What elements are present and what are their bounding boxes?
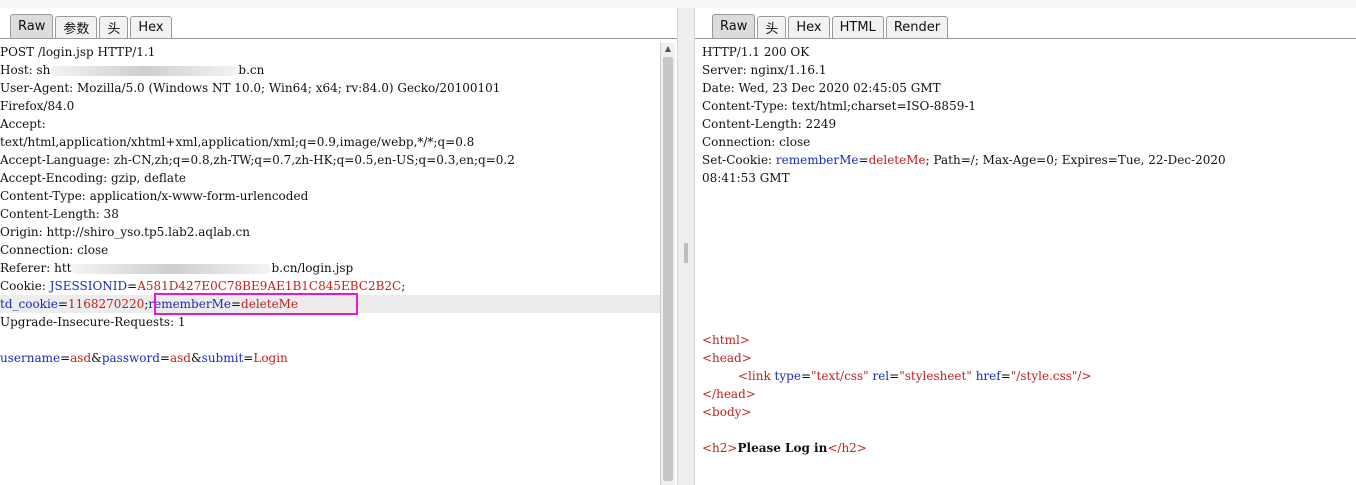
connection-header: Connection: close (702, 135, 811, 149)
status-line: HTTP/1.1 200 OK (702, 45, 810, 59)
content-length-header: Content-Length: 2249 (702, 117, 837, 131)
request-pane: Raw 参数 头 Hex POST /login.jsp HTTP/1.1 Ho… (0, 8, 677, 485)
request-editor[interactable]: POST /login.jsp HTTP/1.1 Host: sh b.cn Us… (0, 43, 662, 483)
head-open-tag: <head> (702, 351, 752, 365)
request-scrollbar[interactable]: ▲ (660, 43, 675, 485)
response-tab-hex[interactable]: Hex (788, 16, 830, 38)
body-open-tag: <body> (702, 405, 752, 419)
set-cookie-cont: 08:41:53 GMT (702, 171, 790, 185)
head-close-tag: </head> (702, 387, 756, 401)
accept-header: Accept: (0, 117, 46, 131)
response-tab-html[interactable]: HTML (831, 16, 884, 38)
request-scroll-thumb[interactable] (663, 57, 673, 481)
redacted-blur (50, 65, 239, 76)
response-tab-headers[interactable]: 头 (757, 16, 787, 38)
connection-header: Connection: close (0, 243, 109, 257)
h2-heading: <h2>Please Log in</h2> (702, 441, 867, 455)
origin-header: Origin: http://shiro_yso.tp5.lab2.aqlab.… (0, 225, 251, 239)
request-tab-hex[interactable]: Hex (130, 16, 172, 38)
request-tab-underline (0, 38, 677, 39)
user-agent-cont: Firefox/84.0 (0, 99, 75, 113)
response-tab-bar: Raw 头 Hex HTML Render (712, 12, 950, 38)
date-header: Date: Wed, 23 Dec 2020 02:45:05 GMT (702, 81, 941, 95)
request-tab-raw[interactable]: Raw (10, 14, 54, 38)
content-type-header: Content-Type: application/x-www-form-url… (0, 189, 309, 203)
referer-header: Referer: htt b.cn/login.jsp (0, 261, 354, 275)
response-viewer[interactable]: HTTP/1.1 200 OK Server: nginx/1.16.1 Dat… (702, 43, 1352, 483)
accept-encoding-header: Accept-Encoding: gzip, deflate (0, 171, 187, 185)
server-header: Server: nginx/1.16.1 (702, 63, 827, 77)
link-tag: <link type="text/css" rel="stylesheet" h… (738, 369, 1092, 383)
request-line: POST /login.jsp HTTP/1.1 (0, 45, 156, 59)
response-tab-render[interactable]: Render (885, 16, 949, 38)
scroll-up-icon[interactable]: ▲ (661, 43, 675, 53)
upgrade-insecure-header: Upgrade-Insecure-Requests: 1 (0, 315, 186, 329)
accept-value: text/html,application/xhtml+xml,applicat… (0, 135, 475, 149)
accept-language-header: Accept-Language: zh-CN,zh;q=0.8,zh-TW;q=… (0, 153, 515, 167)
redacted-blur (71, 263, 272, 274)
response-pane: Raw 头 Hex HTML Render HTTP/1.1 200 OK Se… (695, 8, 1356, 485)
user-agent-header: User-Agent: Mozilla/5.0 (Windows NT 10.0… (0, 81, 501, 95)
request-body: username=asd&password=asd&submit=Login (0, 351, 288, 365)
request-tab-bar: Raw 参数 头 Hex (10, 12, 174, 38)
host-header: Host: sh b.cn (0, 63, 265, 77)
title-strip (0, 0, 1356, 8)
html-open-tag: <html> (702, 333, 750, 347)
request-tab-params[interactable]: 参数 (55, 16, 98, 38)
request-tab-headers[interactable]: 头 (99, 16, 129, 38)
remember-me-highlight-box (154, 293, 358, 315)
pane-splitter[interactable] (677, 8, 695, 485)
response-tab-underline (695, 38, 1356, 39)
response-tab-raw[interactable]: Raw (712, 14, 756, 38)
content-type-header: Content-Type: text/html;charset=ISO-8859… (702, 99, 977, 113)
content-length-header: Content-Length: 38 (0, 207, 119, 221)
set-cookie-header: Set-Cookie: rememberMe=deleteMe; Path=/;… (702, 153, 1226, 167)
splitter-grip-icon[interactable] (684, 243, 688, 263)
